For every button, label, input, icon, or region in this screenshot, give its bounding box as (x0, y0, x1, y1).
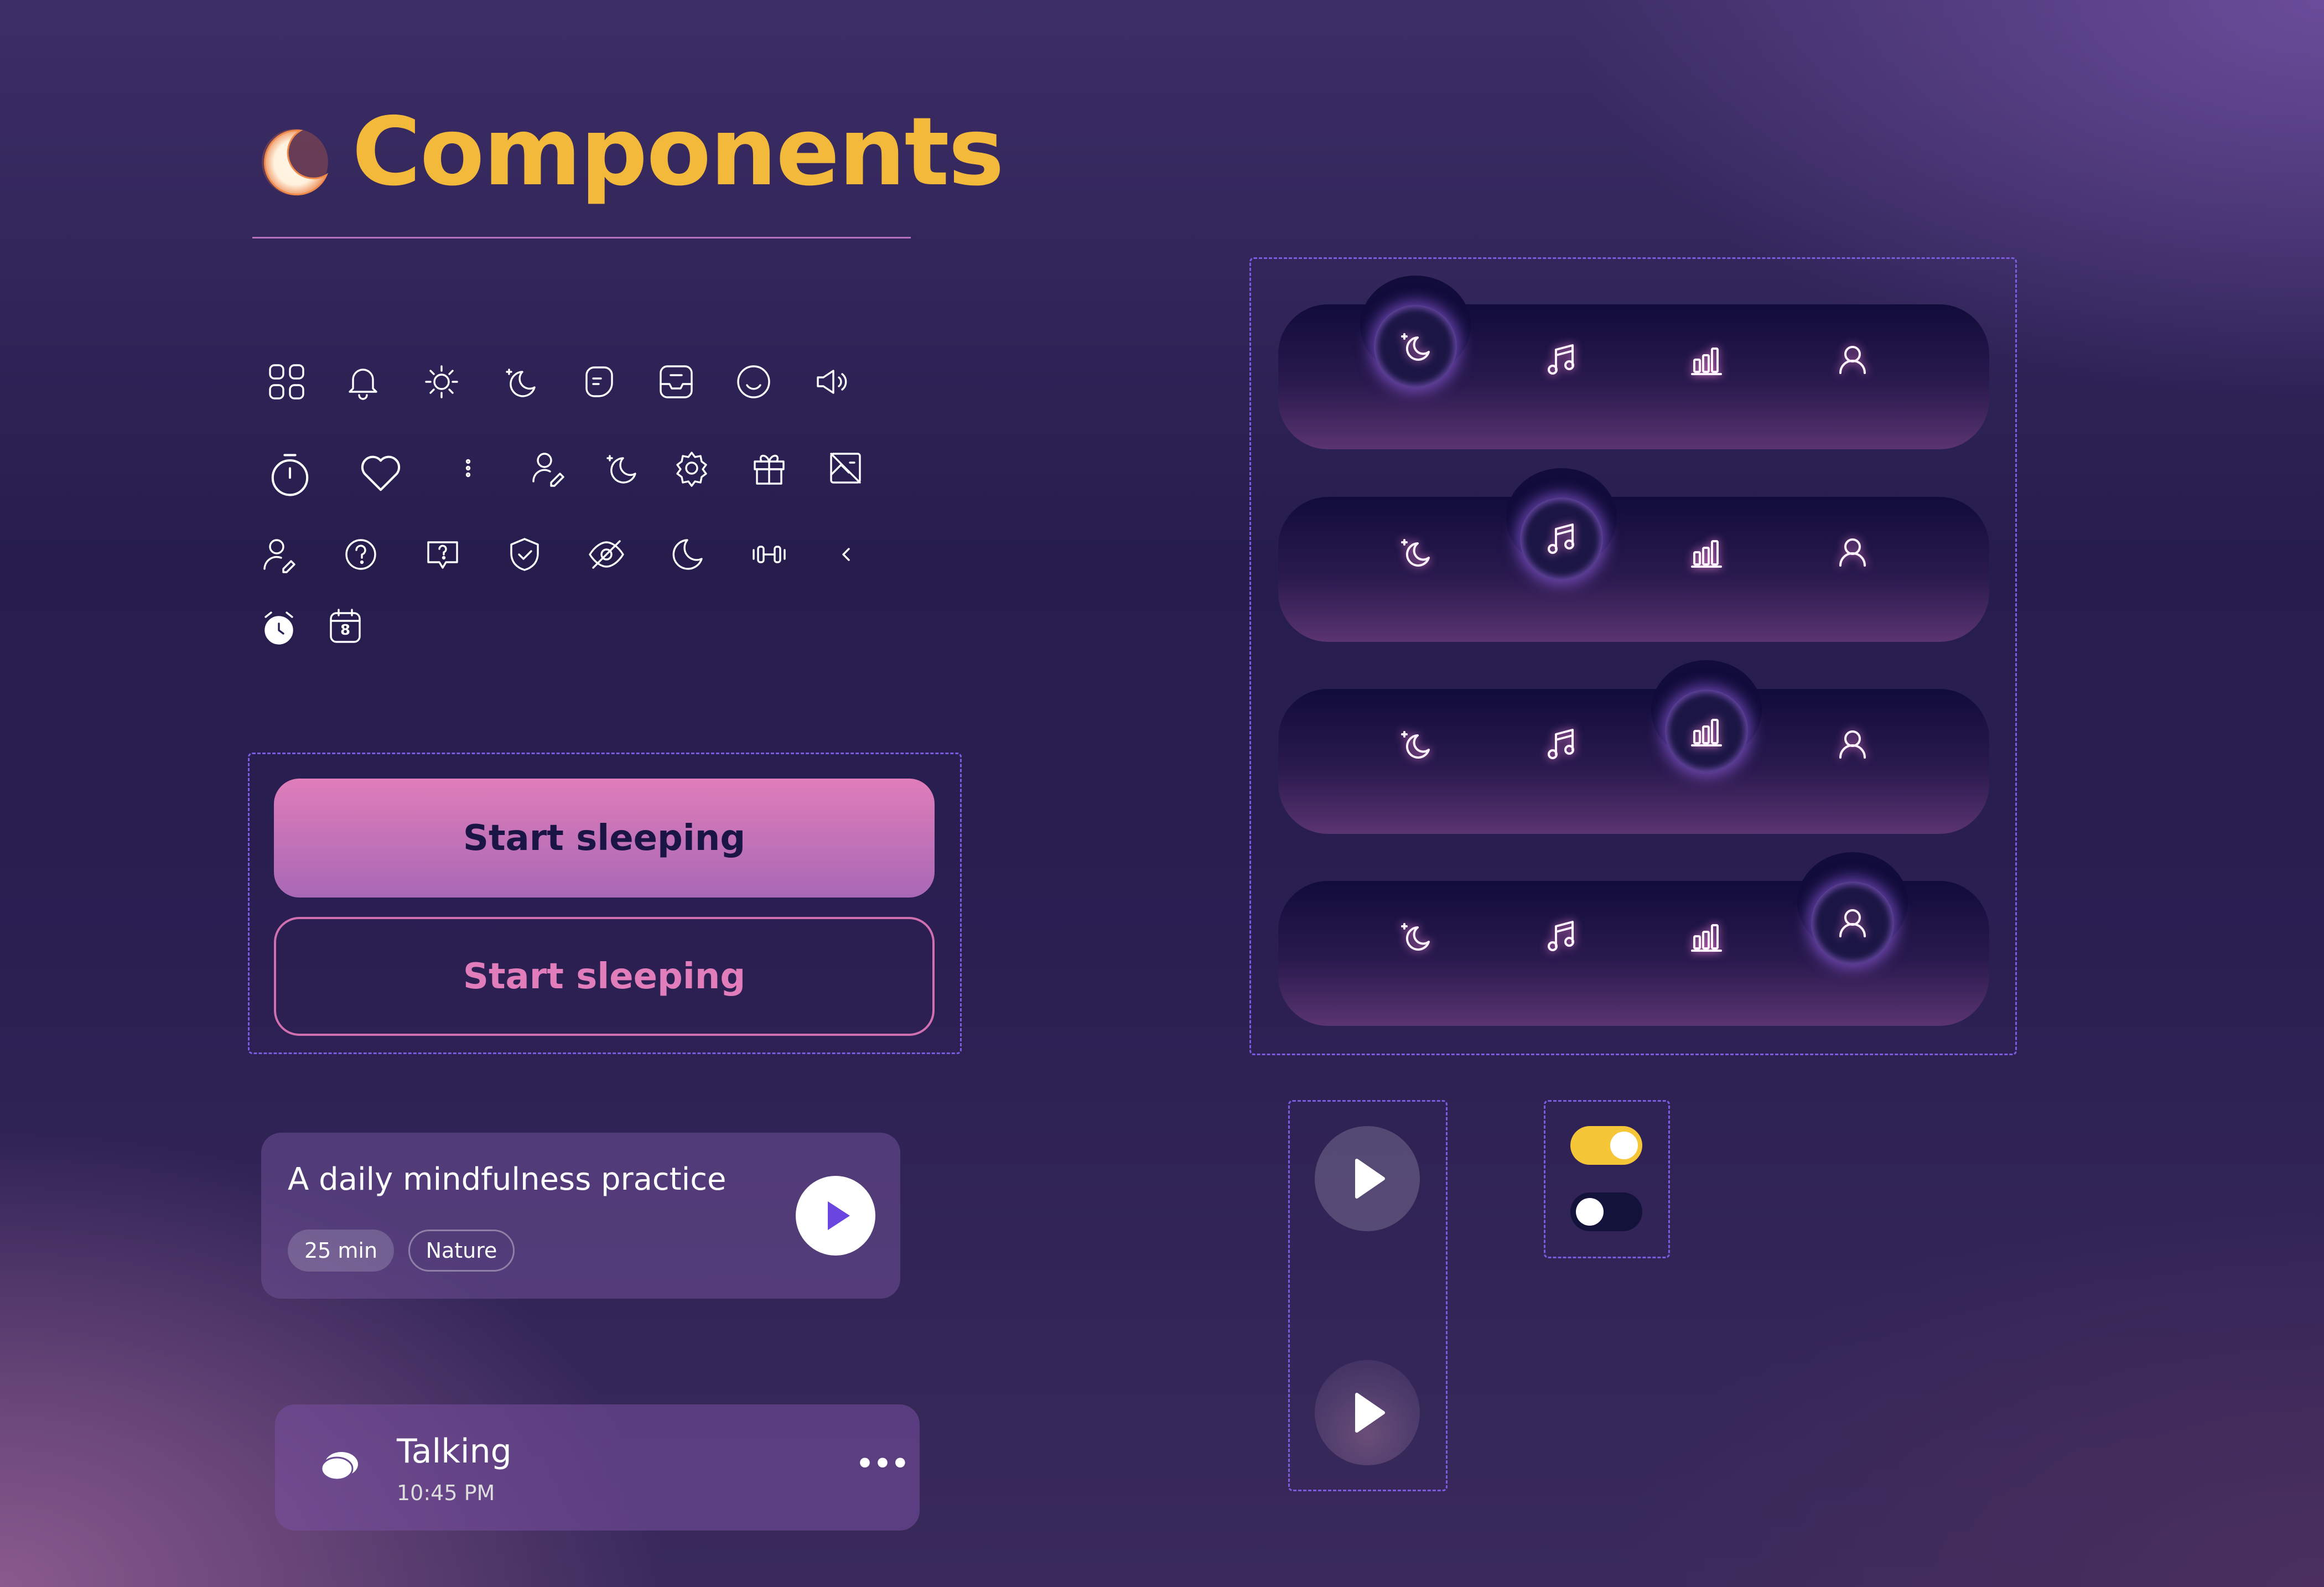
nav-profile-icon[interactable] (1830, 901, 1875, 945)
toggle-knob (1576, 1198, 1604, 1226)
inbox-icon (654, 360, 698, 404)
chevron-left-icon (823, 532, 868, 577)
talking-title: Talking (397, 1432, 512, 1471)
speaker-icon (810, 360, 854, 404)
moon-star-icon (599, 446, 643, 490)
nav-sleep-icon[interactable] (1393, 722, 1438, 766)
help-circle-icon (339, 532, 383, 577)
start-sleeping-button[interactable]: Start sleeping (274, 779, 935, 898)
gift-icon (747, 446, 791, 490)
alarm-clock-icon (257, 606, 301, 650)
play-button-large[interactable] (1315, 1126, 1420, 1231)
settings-icon (670, 446, 714, 490)
bottom-nav-bar (1278, 497, 1989, 642)
talking-list-item[interactable]: Talking 10:45 PM ••• (275, 1404, 920, 1531)
title-divider (252, 237, 911, 238)
dumbbell-icon (747, 532, 791, 577)
start-sleeping-outline-button[interactable]: Start sleeping (274, 917, 935, 1036)
grid-icon (264, 360, 309, 404)
play-button[interactable] (796, 1176, 875, 1256)
more-horizontal-icon[interactable]: ••• (856, 1448, 909, 1480)
calendar-day: 8 (340, 622, 351, 639)
nav-music-icon[interactable] (1539, 722, 1584, 766)
toggle-on[interactable] (1570, 1126, 1642, 1165)
bell-icon (341, 360, 385, 404)
timer-icon (263, 447, 317, 500)
message-question-icon (421, 532, 465, 577)
toggle-off[interactable] (1570, 1192, 1642, 1231)
nav-profile-icon[interactable] (1830, 338, 1875, 382)
nav-sleep-icon[interactable] (1393, 324, 1438, 369)
play-icon (1355, 1159, 1385, 1199)
user-edit-icon (526, 446, 570, 490)
chat-bubble-icon (320, 1452, 358, 1481)
nav-music-icon[interactable] (1539, 517, 1584, 561)
page-title: Components (352, 97, 1004, 207)
practice-title: A daily mindfulness practice (288, 1161, 727, 1197)
toggle-knob (1610, 1132, 1638, 1159)
nav-music-icon[interactable] (1539, 338, 1584, 382)
tag-pill[interactable]: Nature (408, 1230, 515, 1272)
more-vertical-icon (446, 446, 490, 490)
nav-sleep-icon[interactable] (1393, 914, 1438, 958)
moon-star-icon (498, 360, 542, 404)
play-button-image[interactable] (1315, 1360, 1420, 1465)
shield-check-icon (502, 532, 547, 577)
toggle-variants (1544, 1100, 1670, 1258)
calendar-icon: 8 (323, 604, 367, 649)
smile-icon (732, 360, 776, 404)
heart-icon (354, 446, 407, 499)
nav-stats-icon[interactable] (1684, 914, 1729, 958)
bottom-nav-bar (1278, 689, 1989, 834)
sticker-icon (575, 360, 620, 404)
nav-music-icon[interactable] (1539, 914, 1584, 958)
nav-stats-icon[interactable] (1684, 530, 1729, 574)
play-icon (1355, 1393, 1385, 1433)
sun-icon (419, 360, 464, 404)
nav-stats-icon[interactable] (1684, 709, 1729, 753)
nav-profile-icon[interactable] (1830, 530, 1875, 574)
crescent-moon-icon (259, 126, 331, 198)
nav-stats-icon[interactable] (1684, 338, 1729, 382)
play-icon (828, 1201, 850, 1230)
nav-sleep-icon[interactable] (1393, 530, 1438, 574)
image-icon (823, 446, 868, 490)
practice-card[interactable]: A daily mindfulness practice 25 min Natu… (261, 1133, 900, 1299)
moon-icon (664, 532, 708, 577)
eye-off-icon (584, 532, 629, 577)
nav-profile-icon[interactable] (1830, 722, 1875, 766)
user-pen-icon (257, 532, 301, 577)
duration-pill: 25 min (288, 1230, 394, 1272)
talking-time: 10:45 PM (397, 1481, 495, 1505)
